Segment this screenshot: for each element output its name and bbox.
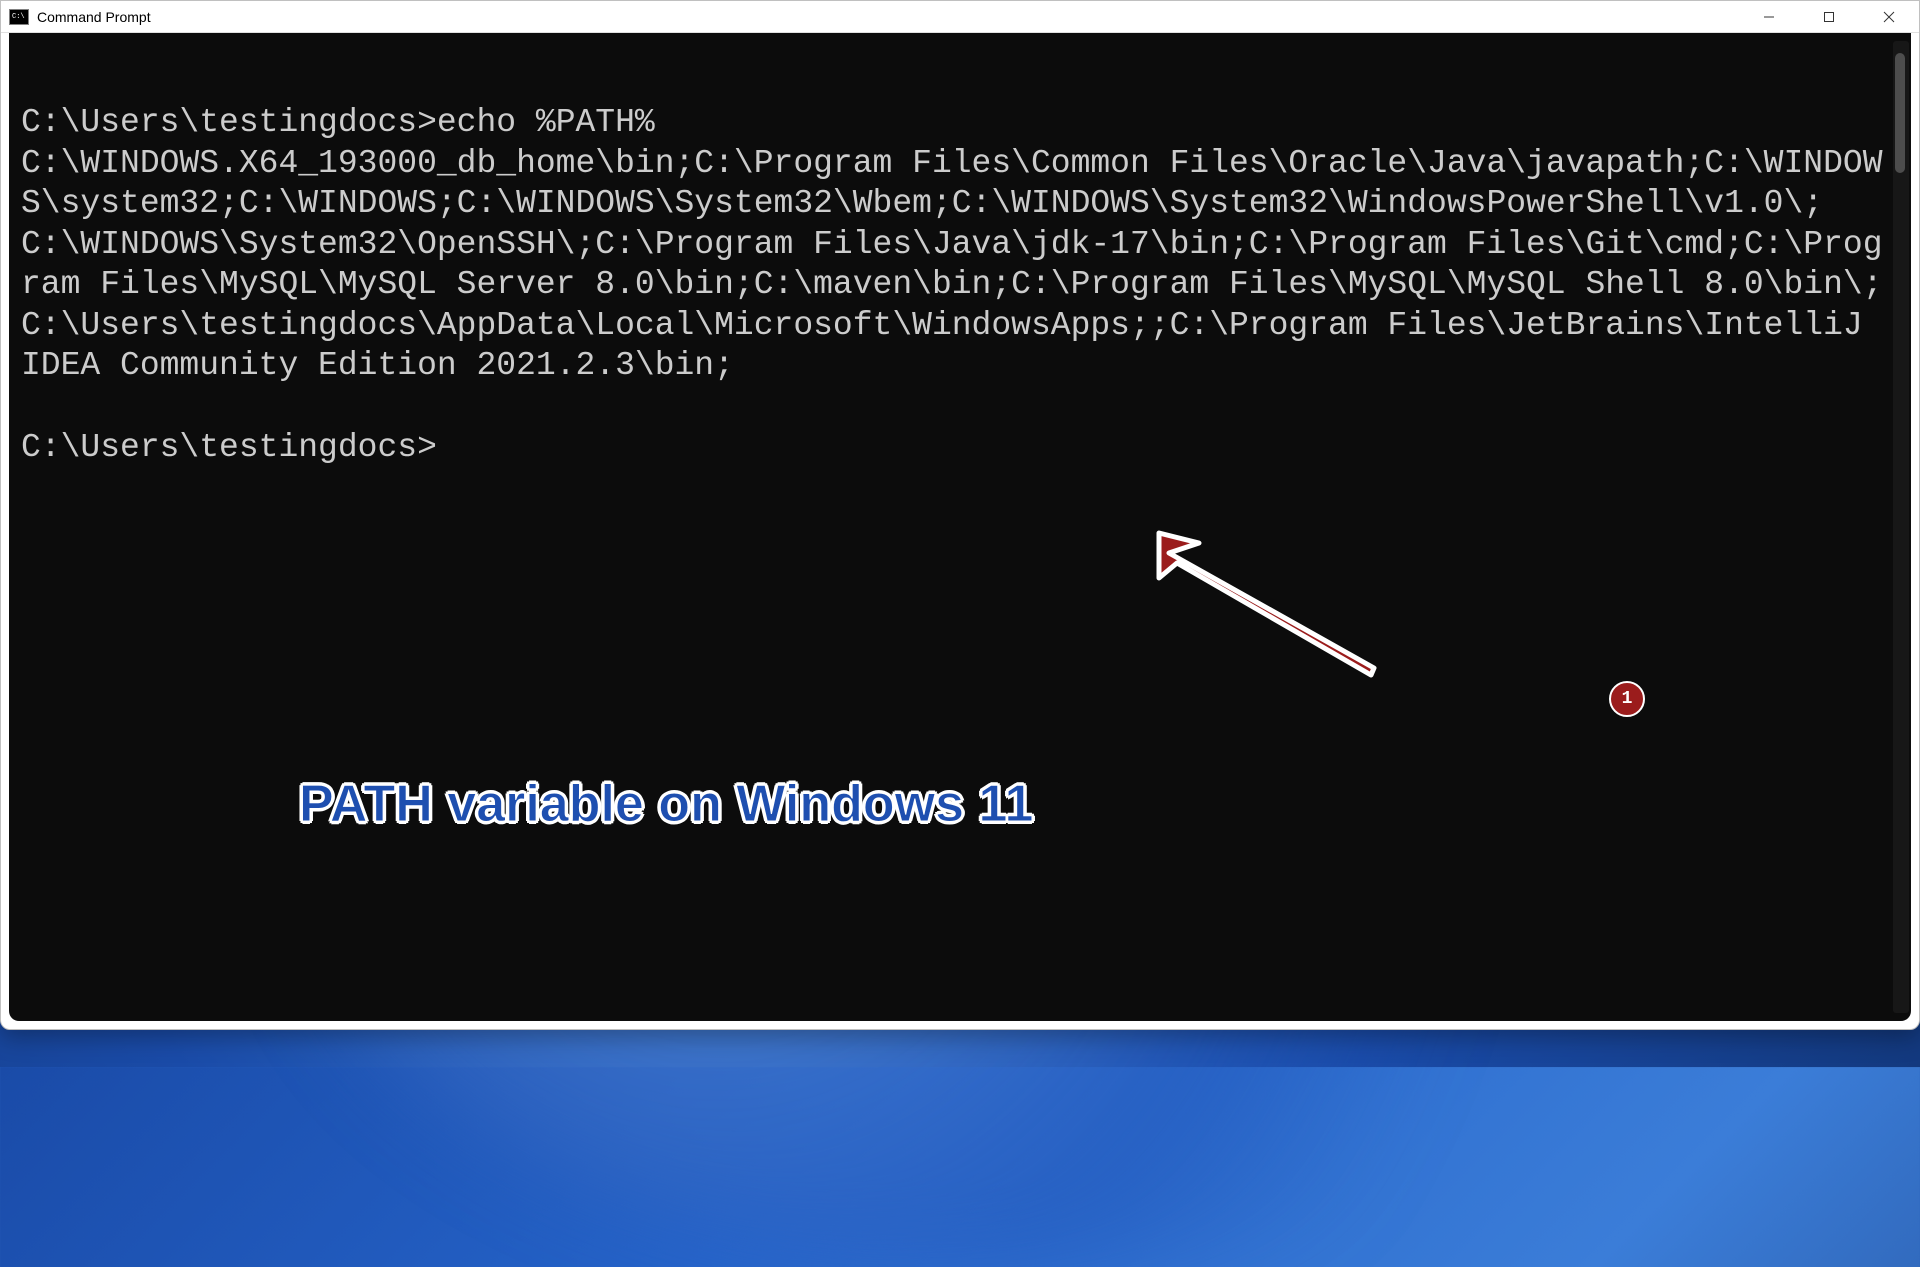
prompt-line-2: C:\Users\testingdocs> <box>21 429 437 466</box>
cmd-icon <box>9 9 29 25</box>
terminal-output: C:\Users\testingdocs>echo %PATH% C:\WIND… <box>21 103 1899 468</box>
annotation-caption: PATH variable on Windows 11 <box>299 773 1033 837</box>
scrollbar-track[interactable] <box>1893 41 1909 1013</box>
window-controls <box>1739 1 1919 32</box>
command-prompt-window: Command Prompt C:\Users\testingdocs>echo… <box>0 0 1920 1030</box>
minimize-button[interactable] <box>1739 1 1799 32</box>
annotation-badge-number: 1 <box>1622 688 1633 710</box>
annotation-arrow-icon <box>1119 523 1419 716</box>
scrollbar-thumb[interactable] <box>1895 53 1905 173</box>
close-button[interactable] <box>1859 1 1919 32</box>
title-bar[interactable]: Command Prompt <box>1 1 1919 33</box>
maximize-button[interactable] <box>1799 1 1859 32</box>
annotation-badge: 1 <box>1609 681 1645 717</box>
path-output: C:\WINDOWS.X64_193000_db_home\bin;C:\Pro… <box>21 145 1883 385</box>
window-title: Command Prompt <box>37 9 1739 25</box>
command-text: echo %PATH% <box>437 104 655 141</box>
terminal-body[interactable]: C:\Users\testingdocs>echo %PATH% C:\WIND… <box>9 33 1911 1021</box>
prompt-line-1: C:\Users\testingdocs> <box>21 104 437 141</box>
